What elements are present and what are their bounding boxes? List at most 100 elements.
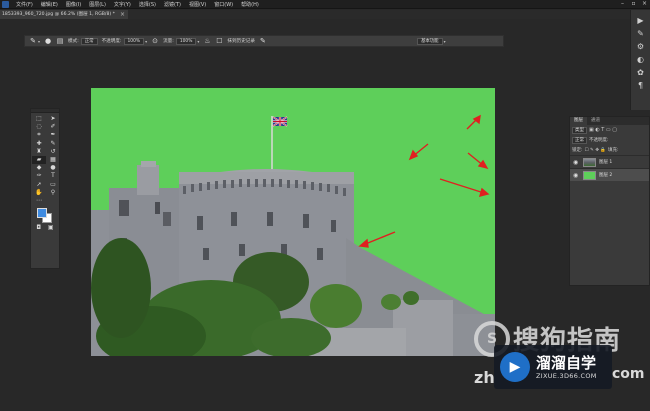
dodge-icon[interactable]: ● [46, 164, 60, 172]
maximize-icon[interactable]: ▫ [630, 1, 637, 7]
layer-filter-select[interactable]: 类型 [572, 126, 587, 134]
menu-filter[interactable]: 滤镜(T) [160, 1, 185, 8]
flow-label: 流量: [163, 39, 174, 44]
brush-panel-icon[interactable]: ▤ [56, 37, 64, 45]
tool-bottom-row: ◘ ▣ [31, 225, 59, 231]
crop-icon[interactable]: ⌗ [32, 131, 46, 139]
document-tab-title: 1853393_960_720.jpg @ 66.2% (图层 1, RGB/8… [2, 12, 115, 17]
photoshop-window: 文件(F) 编辑(E) 图像(I) 图层(L) 文字(Y) 选择(S) 滤镜(T… [0, 0, 650, 411]
flow-input[interactable]: 100% [175, 37, 197, 45]
layer-thumbnail [583, 170, 596, 180]
eyedropper-icon[interactable]: ✒ [46, 131, 60, 139]
menu-select[interactable]: 选择(S) [135, 1, 160, 8]
close-icon[interactable]: × [641, 1, 648, 7]
menu-layer[interactable]: 图层(L) [85, 1, 110, 8]
menu-help[interactable]: 帮助(H) [237, 1, 263, 8]
history-icon[interactable]: ✎ [636, 29, 646, 39]
menu-view[interactable]: 视图(V) [185, 1, 210, 8]
layer-name: 图层 2 [599, 173, 613, 178]
menu-image[interactable]: 图像(I) [62, 1, 85, 8]
sogou-watermark-prefix: zh [474, 368, 495, 387]
visibility-eye-icon[interactable]: ◉ [573, 172, 580, 179]
chevron-down-icon[interactable]: ▾ [38, 39, 40, 44]
lock-label: 锁定: [572, 148, 583, 153]
eraser-icon[interactable]: ▰ [32, 155, 46, 165]
layer-filter-row: 类型 ▣ ◐ T ▭ ▢ [570, 125, 649, 135]
shape-icon[interactable]: ▭ [46, 181, 60, 189]
lasso-icon[interactable]: ◌ [32, 123, 46, 131]
brush-size-icon[interactable]: ● [44, 37, 52, 45]
screen-mode-icon[interactable]: ▣ [48, 225, 54, 231]
lock-row: 锁定: ☐ ✎ ✥ 🔒 填充: [570, 145, 649, 155]
ps-app-icon[interactable] [2, 0, 9, 8]
document-tab[interactable]: 1853393_960_720.jpg @ 66.2% (图层 1, RGB/8… [0, 10, 128, 19]
window-controls: – ▫ × [619, 1, 648, 7]
brush-presets-icon[interactable]: ✿ [636, 68, 646, 78]
zixue-brand-url: ZIXUE.3D66.COM [536, 372, 597, 380]
menu-type[interactable]: 文字(Y) [110, 1, 135, 8]
tools-panel: ⬚ ➤ ◌ ✐ ⌗ ✒ ✚ ✎ ♜ ↺ ▰ ▦ ◆ ● ✑ T ➚ ▭ ✋ ⚲ … [30, 108, 60, 269]
brush-icon[interactable]: ✎ [46, 140, 60, 148]
stamp-icon[interactable]: ♜ [32, 148, 46, 156]
paragraph-icon[interactable]: ¶ [636, 81, 646, 91]
panel-icon-strip: ▶ ✎ ⚙ ◐ ✿ ¶ [630, 10, 650, 110]
properties-icon[interactable]: ⚙ [636, 42, 646, 52]
layer-row[interactable]: ◉ 图层 2 [570, 168, 649, 181]
marquee-icon[interactable]: ⬚ [32, 115, 46, 123]
zixue-play-logo-icon: ▶ [500, 352, 530, 382]
history-brush-icon[interactable]: ↺ [46, 148, 60, 156]
layer-row[interactable]: ◉ 图层 1 [570, 155, 649, 168]
quick-select-icon[interactable]: ✐ [46, 123, 60, 131]
menu-window[interactable]: 窗口(W) [210, 1, 237, 8]
workspace-chevron-icon[interactable]: ▾ [444, 39, 446, 44]
type-icon[interactable]: T [46, 172, 60, 180]
airbrush-icon[interactable]: ♨ [203, 37, 211, 45]
menu-edit[interactable]: 编辑(E) [37, 1, 62, 8]
pen-icon[interactable]: ✑ [32, 172, 46, 180]
zoom-icon[interactable]: ⚲ [46, 189, 60, 197]
tab-close-icon[interactable]: × [120, 10, 125, 19]
document-canvas[interactable] [91, 88, 495, 356]
foreground-color-swatch[interactable] [37, 208, 47, 219]
adjustments-icon[interactable]: ◐ [636, 55, 646, 65]
flow-chevron-icon[interactable]: ▾ [197, 39, 199, 44]
healing-icon[interactable]: ✚ [32, 140, 46, 148]
tool-grid: ⬚ ➤ ◌ ✐ ⌗ ✒ ✚ ✎ ♜ ↺ ▰ ▦ ◆ ● ✑ T ➚ ▭ ✋ ⚲ … [31, 113, 59, 205]
blur-icon[interactable]: ◆ [32, 164, 46, 172]
tab-channels[interactable]: 通道 [587, 117, 604, 125]
layer-thumbnail [583, 157, 596, 167]
move-icon[interactable]: ➤ [46, 115, 60, 123]
minimize-icon[interactable]: – [619, 1, 626, 7]
filter-icons[interactable]: ▣ ◐ T ▭ ▢ [589, 127, 617, 133]
menu-bar: 文件(F) 编辑(E) 图像(I) 图层(L) 文字(Y) 选择(S) 滤镜(T… [0, 0, 650, 9]
sogou-watermark-suffix: com [612, 366, 645, 382]
play-icon[interactable]: ▶ [636, 16, 646, 26]
fill-label: 填充: [608, 148, 619, 153]
mode-select[interactable]: 正常 [80, 37, 98, 45]
blend-mode-select[interactable]: 正常 [572, 136, 587, 144]
pressure-opacity-icon[interactable]: ⊙ [151, 37, 159, 45]
erase-history-checkbox[interactable]: ☐ [215, 37, 223, 45]
options-bar: ✎ ▾ ● ▤ 模式: 正常 不透明度: 100% ▾ ⊙ 流量: 100% ▾… [24, 35, 504, 47]
menu-file[interactable]: 文件(F) [12, 1, 37, 8]
workspace-select[interactable]: 基本功能 [416, 37, 443, 45]
lock-icons[interactable]: ☐ ✎ ✥ 🔒 [585, 148, 606, 153]
blend-row: 正常 不透明度: [570, 135, 649, 145]
quick-mask-icon[interactable]: ◘ [36, 225, 41, 231]
canvas-image [91, 114, 495, 356]
opacity-label: 不透明度: [101, 39, 122, 44]
visibility-eye-icon[interactable]: ◉ [573, 159, 580, 166]
more-tools-icon[interactable]: ⋯ [32, 197, 46, 205]
eraser-tool-preset-icon[interactable]: ✎ [29, 37, 37, 45]
hand-icon[interactable]: ✋ [32, 189, 46, 197]
color-swatches [31, 205, 59, 225]
mode-label: 模式: [68, 39, 79, 44]
tab-layers[interactable]: 图层 [570, 117, 587, 125]
opacity-chevron-icon[interactable]: ▾ [145, 39, 147, 44]
gradient-icon[interactable]: ▦ [46, 156, 60, 164]
pressure-size-icon[interactable]: ✎ [259, 37, 267, 45]
layer-name: 图层 1 [599, 160, 613, 165]
path-select-icon[interactable]: ➚ [32, 181, 46, 189]
opacity-input[interactable]: 100% [123, 37, 145, 45]
